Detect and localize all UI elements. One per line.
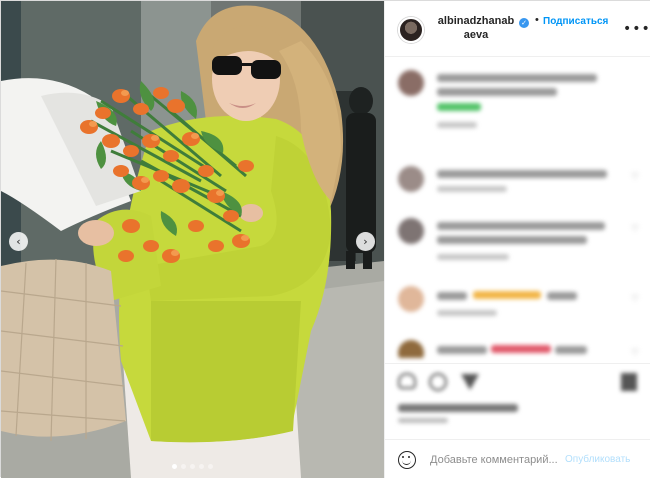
share-icon[interactable] [461,374,479,390]
comment-input[interactable] [430,452,570,468]
comment-text [555,346,587,354]
username-link[interactable]: albinadzhanabaeva [435,14,517,42]
comments-list: ♡ ♡ ♡ ♡ [385,58,650,358]
comment-text [437,346,487,354]
chevron-left-icon: ‹ [16,235,21,248]
comment-meta [437,254,509,260]
comment-text [437,88,557,96]
carousel-dot [172,464,177,469]
carousel-dot [199,464,204,469]
emoji-icon[interactable] [398,451,416,469]
carousel-indicator [1,464,384,469]
carousel-dot [190,464,195,469]
heart-icon[interactable]: ♡ [631,224,639,234]
heart-icon[interactable]: ♡ [631,172,639,182]
carousel-next-button[interactable]: › [356,232,375,251]
likes-count[interactable] [398,404,518,412]
comment-text [547,292,577,300]
verified-badge-icon: ✓ [519,18,529,28]
comment-icon[interactable] [429,373,447,391]
instagram-post: ‹ › albinadzhanabaeva ✓ • Подписаться ••… [0,0,650,478]
follow-button[interactable]: Подписаться [543,16,608,27]
heart-icon[interactable]: ♡ [631,348,639,358]
comment-text [437,170,607,178]
post-header: albinadzhanabaeva ✓ • Подписаться ••• [385,1,650,57]
publish-button[interactable]: Опубликовать [565,454,630,465]
carousel-dot [208,464,213,469]
comment-emoji [473,291,541,299]
carousel-dot [181,464,186,469]
comment-text [437,292,467,300]
comment-avatar [398,218,424,244]
comment-emoji [491,345,551,353]
add-comment-bar: Опубликовать [385,439,650,478]
header-separator: • [535,14,539,26]
avatar[interactable] [398,17,424,43]
comment-meta [437,122,477,128]
comment-text [437,236,587,244]
heart-icon[interactable] [398,373,416,389]
post-side-panel: albinadzhanabaeva ✓ • Подписаться ••• ♡ [384,1,650,478]
comment-text [437,222,605,230]
comment-avatar [398,340,424,358]
comment-avatar [398,286,424,312]
more-horizontal-icon[interactable]: ••• [623,22,650,36]
bookmark-icon[interactable] [621,373,637,391]
post-timestamp [398,418,448,423]
comment-meta [437,310,497,316]
post-photo [1,1,384,478]
comment-avatar [398,166,424,192]
comment-avatar [398,70,424,96]
post-media[interactable]: ‹ › [1,1,384,478]
comment-emoji [437,103,481,111]
post-actions [385,363,650,427]
carousel-prev-button[interactable]: ‹ [9,232,28,251]
heart-icon[interactable]: ♡ [631,294,639,304]
comment-meta [437,186,507,192]
comment-text [437,74,597,82]
chevron-right-icon: › [363,235,368,248]
